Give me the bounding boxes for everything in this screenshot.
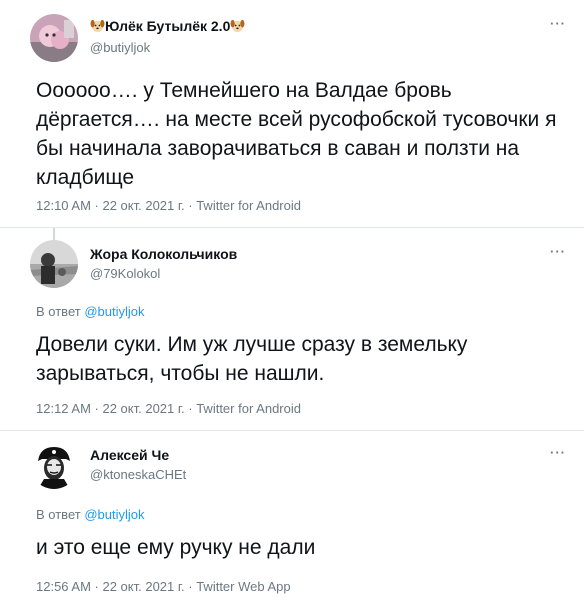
tweet-timestamp[interactable]: 12:10 AM · 22 окт. 2021 г. · Twitter for… <box>36 198 301 213</box>
author-handle[interactable]: @79Kolokol <box>90 266 160 281</box>
tweet-timestamp[interactable]: 12:12 AM · 22 окт. 2021 г. · Twitter for… <box>36 401 301 416</box>
dog-face-icon <box>90 18 105 36</box>
tweet-text-line: бы начинала заворачиваться в саван и пол… <box>36 137 520 160</box>
author-handle[interactable]: @ktoneskaCHEt <box>90 467 186 482</box>
author-handle[interactable]: @butiyljok <box>90 40 150 55</box>
tweet-text-line: зарываться, чтобы не нашли. <box>36 362 325 385</box>
reply-prefix: В ответ <box>36 507 81 522</box>
tweet-text-line: дёргается…. на месте всей русофобской ту… <box>36 108 557 131</box>
author-name[interactable]: Жора Колокольчиков <box>90 246 237 262</box>
avatar[interactable] <box>30 441 78 489</box>
author-name-text: Юлёк Бутылёк 2.0 <box>105 18 231 34</box>
tweet-text-line: Оооооо…. у Темнейшего на Валдае бровь <box>36 79 452 102</box>
avatar-image <box>30 240 78 288</box>
avatar[interactable] <box>30 14 78 62</box>
reply-prefix: В ответ <box>36 304 81 319</box>
avatar-image <box>30 441 78 489</box>
tweet-text: и это еще ему ручку не дали <box>36 533 315 562</box>
tweet-3: Алексей Че @ktoneskaCHEt ··· В ответ @bu… <box>0 431 584 604</box>
reply-context: В ответ @butiyljok <box>36 304 145 319</box>
tweet-text-line: кладбище <box>36 166 135 189</box>
author-name[interactable]: Юлёк Бутылёк 2.0 <box>90 18 245 36</box>
tweet-1: Юлёк Бутылёк 2.0 @butiyljok ··· Оооооо….… <box>0 0 584 228</box>
tweet-text: Оооооо…. у Темнейшего на Валдае бровь дё… <box>36 76 556 192</box>
avatar[interactable] <box>30 240 78 288</box>
more-options-button[interactable]: ··· <box>550 445 566 460</box>
reply-context: В ответ @butiyljok <box>36 507 145 522</box>
tweet-text-line: и это еще ему ручку не дали <box>36 536 316 559</box>
avatar-image <box>30 14 78 62</box>
tweet-timestamp[interactable]: 12:56 AM · 22 окт. 2021 г. · Twitter Web… <box>36 579 291 594</box>
reply-mention-link[interactable]: @butiyljok <box>84 304 144 319</box>
more-options-button[interactable]: ··· <box>550 16 566 31</box>
tweet-2: Жора Колокольчиков @79Kolokol ··· В отве… <box>0 228 584 431</box>
more-options-button[interactable]: ··· <box>550 244 566 259</box>
tweet-text-line: Довели суки. Им уж лучше сразу в земельк… <box>36 333 468 356</box>
reply-mention-link[interactable]: @butiyljok <box>84 507 144 522</box>
dog-face-icon <box>230 18 245 36</box>
tweet-text: Довели суки. Им уж лучше сразу в земельк… <box>36 330 467 388</box>
author-name[interactable]: Алексей Че <box>90 447 169 463</box>
